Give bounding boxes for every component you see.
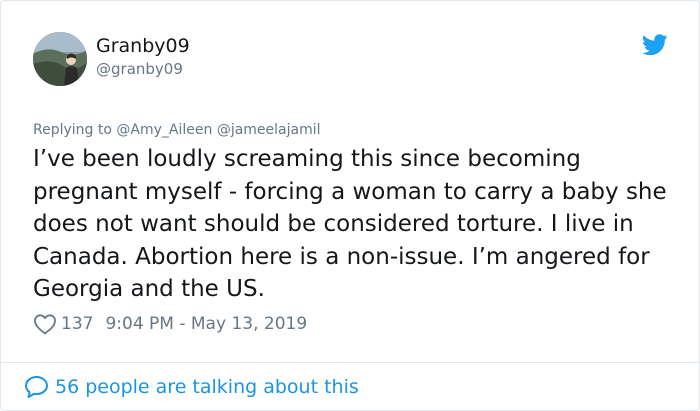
tweet-card: Granby09 @granby09 Replying to @Amy_Aile… <box>0 0 700 411</box>
like-count[interactable]: 137 <box>61 311 93 337</box>
conversation-label[interactable]: 56 people are talking about this <box>55 373 359 401</box>
replying-to-label: Replying to <box>33 122 112 138</box>
conversation-link[interactable]: 56 people are talking about this <box>24 373 359 401</box>
avatar-photo <box>33 32 87 86</box>
divider <box>1 362 699 363</box>
tweet-meta: 137 9:04 PM - May 13, 2019 <box>33 311 307 337</box>
replying-to: Replying to @Amy_Aileen @jameelajamil <box>33 120 321 140</box>
display-name[interactable]: Granby09 <box>96 34 190 58</box>
speech-bubble-icon <box>25 376 48 398</box>
tweet-timestamp[interactable]: 9:04 PM - May 13, 2019 <box>105 311 307 337</box>
heart-icon[interactable] <box>33 313 57 335</box>
avatar[interactable] <box>33 32 87 86</box>
twitter-bird-icon[interactable] <box>642 34 668 56</box>
user-handle[interactable]: @granby09 <box>96 59 183 79</box>
mention-link[interactable]: @Amy_Aileen <box>116 122 212 138</box>
tweet-text: I’ve been loudly screaming this since be… <box>33 146 667 302</box>
mention-link[interactable]: @jameelajamil <box>217 122 321 138</box>
